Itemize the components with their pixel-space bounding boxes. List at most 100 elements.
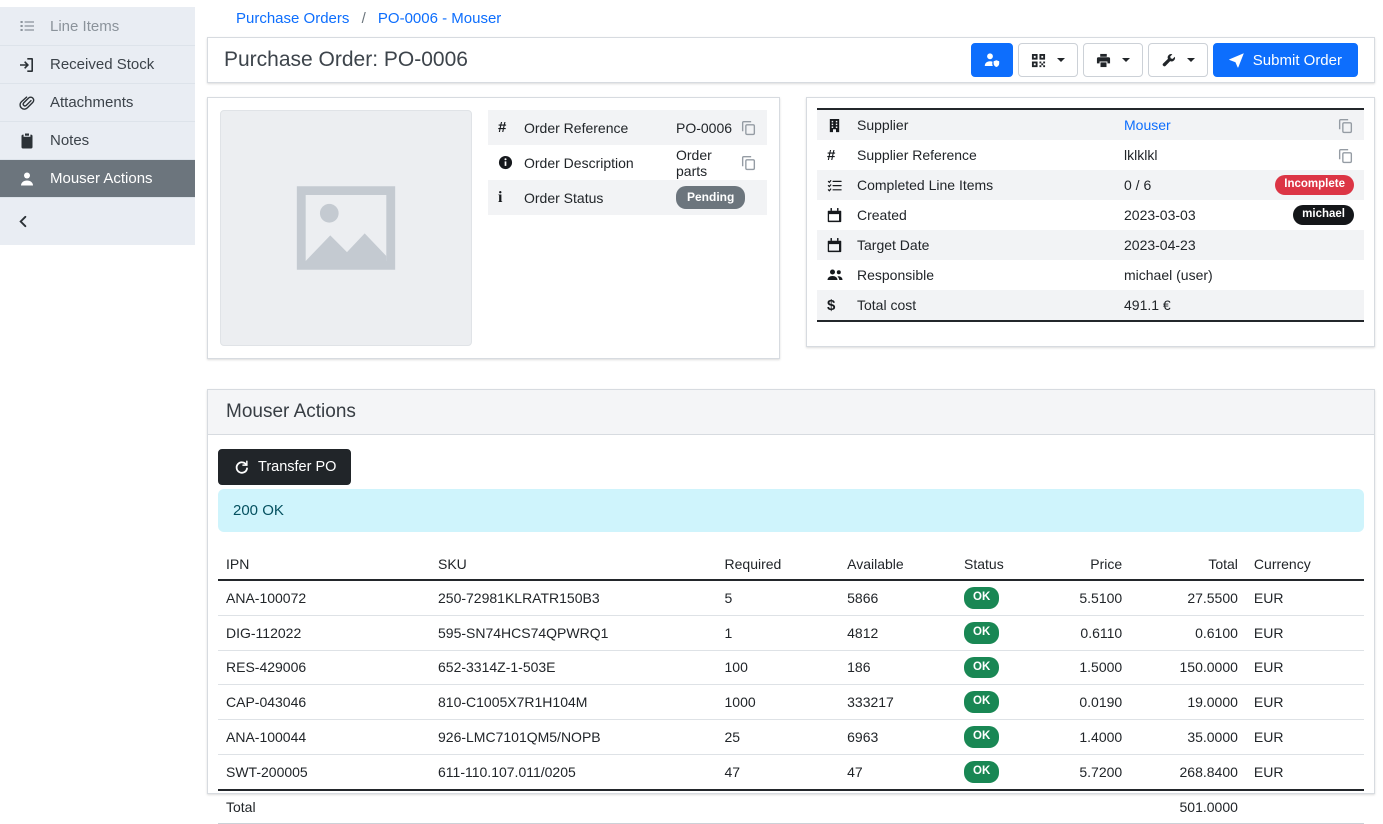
cell-sku: 926-LMC7101QM5/NOPB xyxy=(430,720,717,755)
cell-required: 1000 xyxy=(717,685,840,720)
cell-required: 25 xyxy=(717,720,840,755)
cell-price: 1.4000 xyxy=(1048,720,1131,755)
cell-sku: 810-C1005X7R1H104M xyxy=(430,685,717,720)
clipboard-icon xyxy=(18,132,35,149)
cell-status: OK xyxy=(956,720,1048,755)
table-row: ANA-100044 926-LMC7101QM5/NOPB 25 6963 O… xyxy=(218,720,1364,755)
main-content: Purchase Orders / PO-0006 - Mouser Purch… xyxy=(195,0,1383,794)
copy-icon[interactable] xyxy=(1337,147,1354,164)
cell-price: 5.7200 xyxy=(1048,754,1131,789)
list-check-icon xyxy=(827,178,857,193)
detail-label: Order Status xyxy=(524,190,676,206)
footer-total-value: 501.0000 xyxy=(1130,790,1246,824)
detail-label: Created xyxy=(857,207,1124,223)
table-row: DIG-112022 595-SN74HCS74QPWRQ1 1 4812 OK… xyxy=(218,615,1364,650)
order-image-placeholder[interactable] xyxy=(220,110,472,346)
detail-value: 491.1 € xyxy=(1124,297,1171,313)
hash-icon: # xyxy=(827,147,857,164)
dollar-icon: $ xyxy=(827,297,857,314)
detail-label: Order Reference xyxy=(524,120,676,136)
refresh-icon xyxy=(233,459,249,475)
mouser-panel-body: Transfer PO 200 OK IPN SKU Required Avai… xyxy=(208,435,1374,824)
detail-value: PO-0006 xyxy=(676,120,732,136)
sidebar-item-mouser-actions[interactable]: Mouser Actions xyxy=(0,159,195,197)
app-root: Line Items Received Stock Attachments No… xyxy=(0,0,1383,794)
copy-icon[interactable] xyxy=(740,119,757,136)
copy-icon[interactable] xyxy=(740,154,757,171)
sidebar-list: Line Items Received Stock Attachments No… xyxy=(0,7,195,245)
order-summary-panel: # Order Reference PO-0006 Order Descript… xyxy=(207,97,780,359)
sidebar-item-notes[interactable]: Notes xyxy=(0,121,195,159)
detail-row-supplier-reference: # Supplier Reference lklklkl xyxy=(817,140,1364,170)
copy-icon[interactable] xyxy=(1337,117,1354,134)
page-header-panel: Purchase Order: PO-0006 xyxy=(207,37,1375,83)
detail-row-order-description: Order Description Order parts xyxy=(488,145,767,180)
footer-total-label: Total xyxy=(218,790,430,824)
admin-users-button[interactable] xyxy=(971,43,1013,77)
table-row: RES-429006 652-3314Z-1-503E 100 186 OK 1… xyxy=(218,650,1364,685)
tools-icon xyxy=(1161,52,1177,68)
cell-price: 0.0190 xyxy=(1048,685,1131,720)
sidebar-item-line-items[interactable]: Line Items xyxy=(0,7,195,45)
cell-status: OK xyxy=(956,580,1048,615)
table-row: CAP-043046 810-C1005X7R1H104M 1000 33321… xyxy=(218,685,1364,720)
barcode-actions-button[interactable] xyxy=(1018,43,1078,77)
breadcrumb-link-purchase-orders[interactable]: Purchase Orders xyxy=(236,10,349,27)
detail-value: 0 / 6 xyxy=(1124,177,1151,193)
cell-total: 19.0000 xyxy=(1130,685,1246,720)
status-ok-badge: OK xyxy=(964,657,999,679)
detail-value: 2023-03-03 xyxy=(1124,207,1196,223)
order-actions-button[interactable] xyxy=(1148,43,1208,77)
cell-total: 35.0000 xyxy=(1130,720,1246,755)
chevron-down-icon xyxy=(1122,58,1130,62)
cell-total: 27.5500 xyxy=(1130,580,1246,615)
mouser-parts-table: IPN SKU Required Available Status Price … xyxy=(218,549,1364,824)
detail-row-completed-line-items: Completed Line Items 0 / 6 Incomplete xyxy=(817,170,1364,200)
cell-status: OK xyxy=(956,754,1048,789)
detail-row-target-date: Target Date 2023-04-23 xyxy=(817,230,1364,260)
sidebar-item-attachments[interactable]: Attachments xyxy=(0,83,195,121)
qr-code-icon xyxy=(1031,52,1047,68)
detail-label: Responsible xyxy=(857,267,1124,283)
cell-required: 100 xyxy=(717,650,840,685)
status-ok-badge: OK xyxy=(964,761,999,783)
detail-label: Total cost xyxy=(857,297,1124,313)
breadcrumb: Purchase Orders / PO-0006 - Mouser xyxy=(207,0,1375,37)
col-header-price: Price xyxy=(1048,549,1131,580)
cell-required: 47 xyxy=(717,754,840,789)
cell-ipn: ANA-100072 xyxy=(218,580,430,615)
calendar-icon xyxy=(827,208,857,223)
cell-sku: 652-3314Z-1-503E xyxy=(430,650,717,685)
detail-value: lklklkl xyxy=(1124,147,1157,163)
hash-icon: # xyxy=(498,119,524,136)
table-row: SWT-200005 611-110.107.011/0205 47 47 OK… xyxy=(218,754,1364,789)
col-header-status: Status xyxy=(956,549,1048,580)
page-title: Purchase Order: PO-0006 xyxy=(224,48,468,72)
cell-total: 0.6100 xyxy=(1130,615,1246,650)
supplier-details-panel: Supplier Mouser # Supplier Reference lkl… xyxy=(806,97,1375,347)
sidebar-item-received-stock[interactable]: Received Stock xyxy=(0,45,195,83)
breadcrumb-link-current[interactable]: PO-0006 - Mouser xyxy=(378,10,501,27)
sidebar-item-label: Notes xyxy=(50,132,89,149)
detail-value: Order parts xyxy=(676,147,740,179)
status-alert: 200 OK xyxy=(218,489,1364,532)
status-ok-badge: OK xyxy=(964,691,999,713)
cell-currency: EUR xyxy=(1246,580,1364,615)
paperclip-icon xyxy=(18,94,35,111)
incomplete-badge-wrap: Incomplete xyxy=(1275,175,1354,195)
cell-currency: EUR xyxy=(1246,650,1364,685)
cell-ipn: CAP-043046 xyxy=(218,685,430,720)
cell-ipn: SWT-200005 xyxy=(218,754,430,789)
print-actions-button[interactable] xyxy=(1083,43,1143,77)
transfer-po-button[interactable]: Transfer PO xyxy=(218,449,351,485)
chevron-left-icon xyxy=(15,213,32,230)
supplier-link[interactable]: Mouser xyxy=(1124,117,1171,133)
sidebar-item-label: Mouser Actions xyxy=(50,170,153,187)
cell-price: 5.5100 xyxy=(1048,580,1131,615)
sidebar-collapse-button[interactable] xyxy=(0,197,195,245)
submit-order-button[interactable]: Submit Order xyxy=(1213,43,1358,77)
detail-row-order-status: i Order Status Pending xyxy=(488,180,767,215)
status-ok-badge: OK xyxy=(964,587,999,609)
col-header-available: Available xyxy=(839,549,956,580)
col-header-sku: SKU xyxy=(430,549,717,580)
